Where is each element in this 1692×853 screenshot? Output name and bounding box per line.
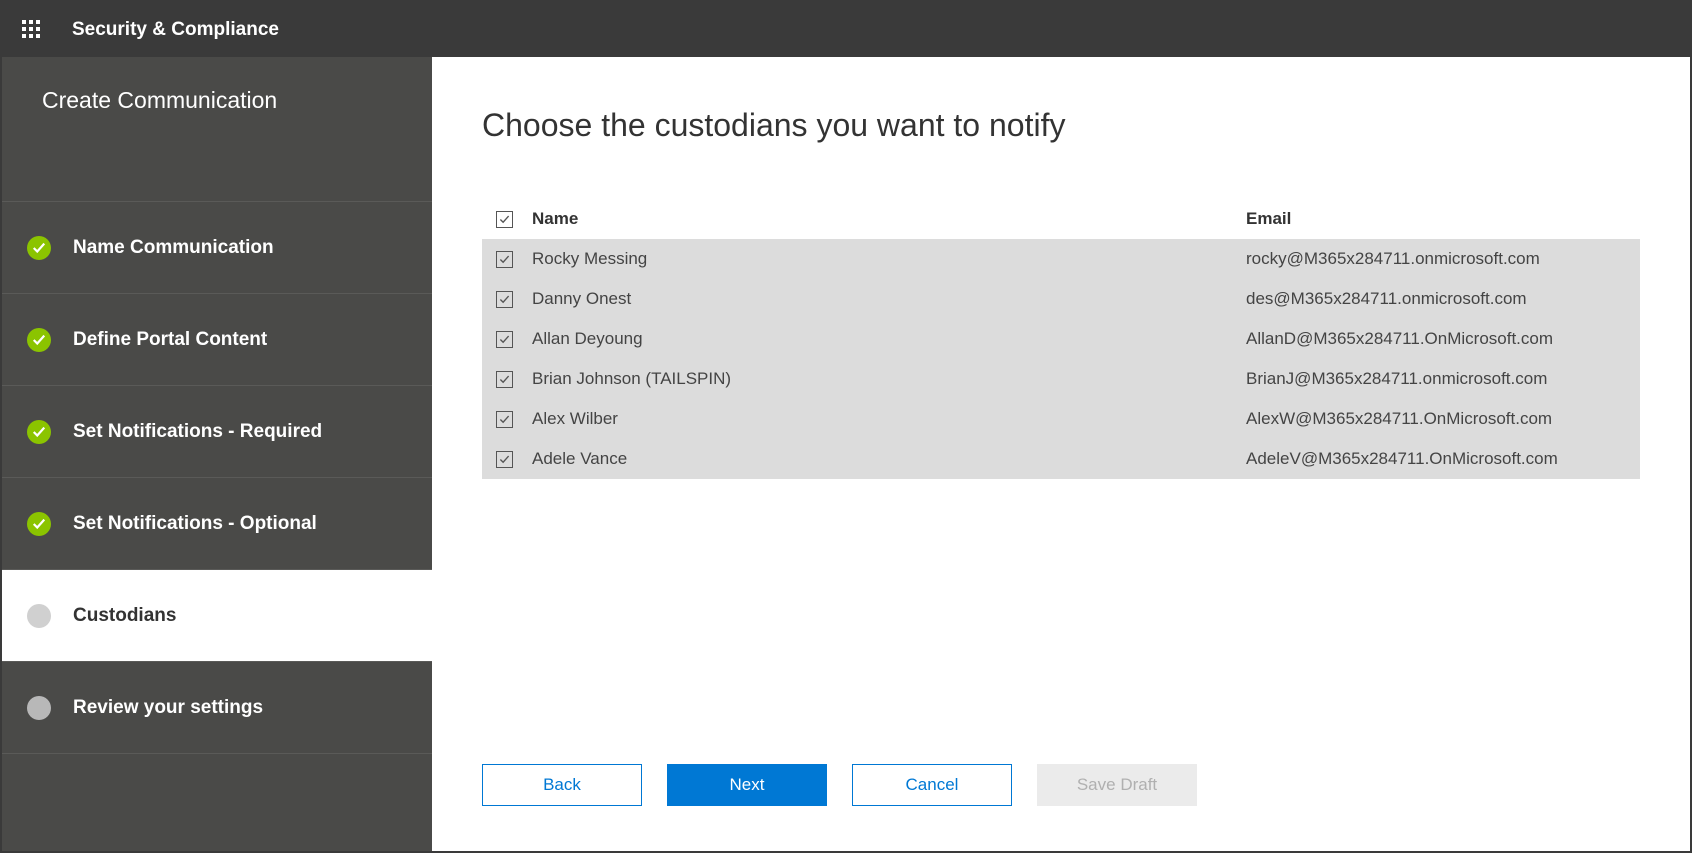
table-row[interactable]: Alex Wilber AlexW@M365x284711.OnMicrosof…	[482, 399, 1640, 439]
custodian-name: Rocky Messing	[532, 249, 1246, 269]
table-row[interactable]: Brian Johnson (TAILSPIN) BrianJ@M365x284…	[482, 359, 1640, 399]
page-title: Choose the custodians you want to notify	[482, 107, 1640, 144]
custodian-name: Brian Johnson (TAILSPIN)	[532, 369, 1246, 389]
table-row[interactable]: Danny Onest des@M365x284711.onmicrosoft.…	[482, 279, 1640, 319]
table-header-row: Name Email	[482, 199, 1640, 239]
app-header: Security & Compliance	[2, 2, 1690, 57]
step-pending-icon	[27, 696, 51, 720]
custodian-name: Adele Vance	[532, 449, 1246, 469]
row-checkbox[interactable]	[496, 331, 513, 348]
custodian-email: BrianJ@M365x284711.onmicrosoft.com	[1246, 369, 1626, 389]
custodian-name: Danny Onest	[532, 289, 1246, 309]
sidebar-step-label: Review your settings	[73, 697, 263, 719]
custodians-table: Name Email Rocky Messing rocky@M365x2847…	[482, 199, 1640, 479]
custodian-email: des@M365x284711.onmicrosoft.com	[1246, 289, 1626, 309]
table-row[interactable]: Allan Deyoung AllanD@M365x284711.OnMicro…	[482, 319, 1640, 359]
checkmark-icon	[27, 328, 51, 352]
main-content: Choose the custodians you want to notify…	[432, 57, 1690, 851]
select-all-checkbox[interactable]	[496, 211, 513, 228]
save-draft-button: Save Draft	[1037, 764, 1197, 806]
custodian-email: AllanD@M365x284711.OnMicrosoft.com	[1246, 329, 1626, 349]
sidebar-step-review-settings[interactable]: Review your settings	[2, 662, 432, 754]
custodian-name: Alex Wilber	[532, 409, 1246, 429]
custodian-email: AdeleV@M365x284711.OnMicrosoft.com	[1246, 449, 1626, 469]
row-checkbox[interactable]	[496, 291, 513, 308]
sidebar-step-name-communication[interactable]: Name Communication	[2, 202, 432, 294]
checkmark-icon	[27, 236, 51, 260]
sidebar-step-label: Name Communication	[73, 237, 274, 259]
cancel-button[interactable]: Cancel	[852, 764, 1012, 806]
custodian-name: Allan Deyoung	[532, 329, 1246, 349]
custodian-email: rocky@M365x284711.onmicrosoft.com	[1246, 249, 1626, 269]
next-button[interactable]: Next	[667, 764, 827, 806]
sidebar-step-define-portal-content[interactable]: Define Portal Content	[2, 294, 432, 386]
sidebar-step-set-notifications-required[interactable]: Set Notifications - Required	[2, 386, 432, 478]
table-row[interactable]: Adele Vance AdeleV@M365x284711.OnMicroso…	[482, 439, 1640, 479]
sidebar-step-label: Set Notifications - Optional	[73, 513, 317, 535]
custodian-email: AlexW@M365x284711.OnMicrosoft.com	[1246, 409, 1626, 429]
row-checkbox[interactable]	[496, 371, 513, 388]
sidebar-title: Create Communication	[2, 57, 432, 202]
column-header-email[interactable]: Email	[1246, 209, 1626, 229]
column-header-name[interactable]: Name	[532, 209, 1246, 229]
back-button[interactable]: Back	[482, 764, 642, 806]
row-checkbox[interactable]	[496, 411, 513, 428]
wizard-footer: Back Next Cancel Save Draft	[482, 764, 1197, 806]
sidebar-step-label: Custodians	[73, 605, 176, 627]
app-title: Security & Compliance	[72, 19, 279, 41]
sidebar-step-custodians[interactable]: Custodians	[2, 570, 432, 662]
row-checkbox[interactable]	[496, 251, 513, 268]
wizard-sidebar: Create Communication Name Communication …	[2, 57, 432, 851]
sidebar-step-label: Set Notifications - Required	[73, 421, 322, 443]
app-launcher-icon[interactable]	[22, 20, 42, 40]
checkmark-icon	[27, 420, 51, 444]
table-row[interactable]: Rocky Messing rocky@M365x284711.onmicros…	[482, 239, 1640, 279]
sidebar-step-label: Define Portal Content	[73, 329, 267, 351]
sidebar-step-set-notifications-optional[interactable]: Set Notifications - Optional	[2, 478, 432, 570]
row-checkbox[interactable]	[496, 451, 513, 468]
step-pending-icon	[27, 604, 51, 628]
checkmark-icon	[27, 512, 51, 536]
